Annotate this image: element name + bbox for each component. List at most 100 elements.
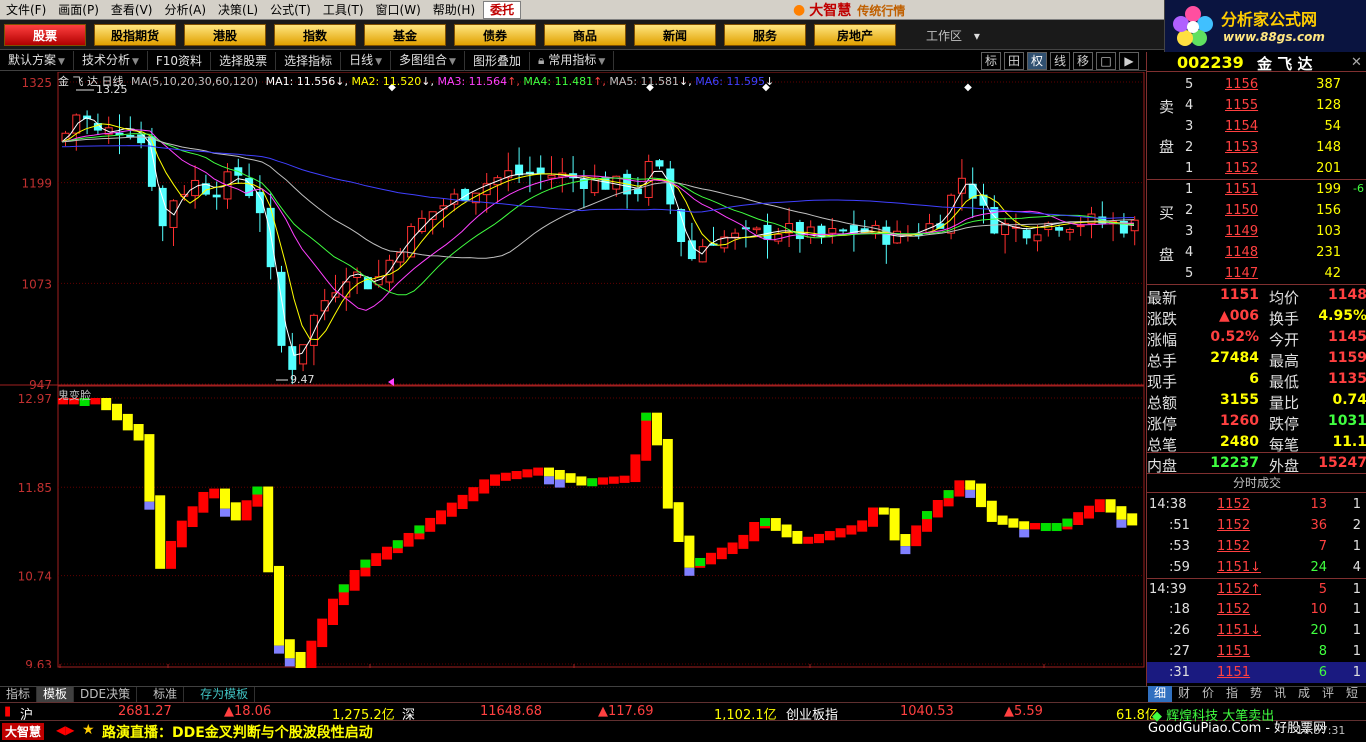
sub-y-tick-label: 12.97 (18, 392, 52, 406)
workarea-dropdown[interactable]: 工作区 ▾ (926, 27, 980, 44)
sub-bar-accent (900, 546, 911, 555)
chart-toolbar: 默认方案 ▼ 技术分析 ▼ F10资料 选择股票 选择指标 日线 ▼ 多图组合 ▼ 图形… (0, 50, 1146, 71)
toolbar-f10[interactable]: F10资料 (148, 51, 212, 70)
buy-level-row[interactable]: 1 1151 199 -6 (1147, 179, 1366, 200)
nav-bonds[interactable]: 债券 (454, 23, 536, 46)
tool-rights-button[interactable]: 权 (1027, 52, 1047, 70)
tab-standard[interactable]: 标准 (147, 687, 185, 702)
buy-level-row[interactable]: 5 1147 42 (1147, 263, 1366, 284)
cy-change: ▲5.59 (1004, 704, 1043, 719)
toolbar-tech-analysis[interactable]: 技术分析 ▼ (74, 50, 148, 71)
candle-body (752, 227, 761, 231)
right-tab-6[interactable]: 成 (1292, 686, 1316, 702)
tab-dde[interactable]: DDE决策 (74, 687, 138, 702)
buy-level-row[interactable]: 4 1148 231 (1147, 242, 1366, 263)
close-icon[interactable]: ✕ (1351, 55, 1362, 70)
toolbar-select-indicator[interactable]: 选择指标 (276, 51, 342, 70)
nav-hk-stocks[interactable]: 港股 (184, 23, 266, 46)
sell-level-row[interactable]: 2 1153 148 (1147, 137, 1366, 158)
news-headline[interactable]: 路演直播：DDE金叉判断与个股波段性启动 (102, 722, 373, 742)
ma-params: MA(5,10,20,30,60,120) (131, 75, 259, 88)
sub-bar-accent (360, 559, 371, 568)
sell-level-row[interactable]: 1 1152 201 (1147, 158, 1366, 179)
tool-move-button[interactable]: 移 (1073, 52, 1093, 70)
sub-bar (446, 502, 457, 517)
right-tab-1[interactable]: 财 (1172, 686, 1196, 702)
sub-bar (803, 536, 814, 544)
sell-level-row[interactable]: 4 1155 128 (1147, 95, 1366, 116)
ticker-prev-icon[interactable]: ◀▶ (56, 723, 74, 737)
sub-indicator-bars (58, 398, 1138, 668)
menu-order-button[interactable]: 委托 (483, 0, 522, 19)
sell-level-row[interactable]: 5 1156 387 (1147, 74, 1366, 95)
tool-mark-button[interactable]: 标 (981, 52, 1001, 70)
trade-row[interactable]: 14:39 1152↑ 5 1 (1147, 578, 1366, 599)
menu-file[interactable]: 文件(F) (0, 0, 52, 20)
candle-body (828, 228, 837, 234)
sell-level-row[interactable]: 3 1154 54 (1147, 116, 1366, 137)
nav-services[interactable]: 服务 (724, 23, 806, 46)
trade-row[interactable]: :26 1151↓ 20 1 (1147, 620, 1366, 641)
y-tick-label: 1199 (21, 177, 52, 191)
right-tab-0[interactable]: 细 (1148, 686, 1172, 702)
tool-line-button[interactable]: 线 (1050, 52, 1070, 70)
tab-template[interactable]: 模板 (37, 687, 75, 702)
stock-code[interactable]: 002239 (1177, 53, 1244, 72)
nav-index-futures[interactable]: 股指期货 (94, 23, 176, 46)
right-tab-8[interactable]: 短 (1340, 686, 1364, 702)
tab-save-template[interactable]: 存为模板 (194, 687, 256, 702)
right-tab-2[interactable]: 价 (1196, 686, 1220, 702)
menu-decision[interactable]: 决策(L) (212, 0, 264, 20)
toolbar-daily[interactable]: 日线 ▼ (341, 50, 392, 71)
menu-window[interactable]: 窗口(W) (370, 0, 427, 20)
sub-bar (954, 480, 965, 497)
sub-bar (749, 522, 760, 542)
buy-level-row[interactable]: 3 1149 103 (1147, 221, 1366, 242)
sub-bar (619, 475, 630, 483)
toolbar-overlay[interactable]: 图形叠加 (465, 51, 530, 70)
dropdown-arrow-icon: ▼ (375, 56, 383, 67)
sub-bar-accent (274, 645, 284, 654)
sub-bar (576, 476, 587, 486)
trade-row[interactable]: :31 1151 6 1 (1147, 662, 1366, 683)
buy-level-row[interactable]: 2 1150 156 (1147, 200, 1366, 221)
trade-row[interactable]: 14:38 1152 13 1 (1147, 494, 1366, 515)
tab-indicator[interactable]: 指标 (0, 687, 38, 702)
sub-bar (554, 469, 565, 480)
menu-view[interactable]: 查看(V) (105, 0, 159, 20)
menu-analysis[interactable]: 分析(A) (158, 0, 212, 20)
toolbar-select-stock[interactable]: 选择股票 (211, 51, 277, 70)
right-tab-5[interactable]: 讯 (1268, 686, 1292, 702)
sub-y-tick-label: 9.63 (25, 658, 52, 668)
nav-stocks[interactable]: 股票 (4, 23, 86, 46)
kline-chart[interactable]: 13251199107394712.9711.8510.749.632010/0… (0, 72, 1146, 668)
nav-real-estate[interactable]: 房地产 (814, 23, 896, 46)
nav-commodities[interactable]: 商品 (544, 23, 626, 46)
menu-tools[interactable]: 工具(T) (317, 0, 370, 20)
toolbar-multi-chart[interactable]: 多图组合 ▼ (391, 50, 465, 71)
right-tab-4[interactable]: 势 (1244, 686, 1268, 702)
nav-funds[interactable]: 基金 (364, 23, 446, 46)
tool-grid-button[interactable]: 田 (1004, 52, 1024, 70)
menu-view-page[interactable]: 画面(P) (52, 0, 105, 20)
trade-row[interactable]: :27 1151 8 1 (1147, 641, 1366, 662)
trade-row[interactable]: :53 1152 7 1 (1147, 536, 1366, 557)
tool-window-button[interactable]: □ (1096, 52, 1116, 70)
sub-bar (220, 488, 230, 509)
nav-news[interactable]: 新闻 (634, 23, 716, 46)
trade-row[interactable]: :18 1152 10 1 (1147, 599, 1366, 620)
main-chart-border (57, 72, 1145, 387)
right-tab-7[interactable]: 评 (1316, 686, 1340, 702)
menu-formula[interactable]: 公式(T) (264, 0, 317, 20)
toolbar-common-indicators[interactable]: 🔒︎ 常用指标 ▼ (530, 50, 615, 71)
trade-row[interactable]: :51 1152 36 2 (1147, 515, 1366, 536)
sub-bar (295, 651, 306, 668)
toolbar-default-scheme[interactable]: 默认方案 ▼ (0, 50, 74, 71)
right-tab-3[interactable]: 指 (1220, 686, 1244, 702)
tool-next-button[interactable]: ▶ (1119, 52, 1139, 70)
trade-row[interactable]: :59 1151↓ 24 4 (1147, 557, 1366, 578)
menu-help[interactable]: 帮助(H) (427, 0, 481, 20)
sub-bar (328, 598, 338, 625)
nav-indices[interactable]: 指数 (274, 23, 356, 46)
candle-body (633, 188, 642, 195)
